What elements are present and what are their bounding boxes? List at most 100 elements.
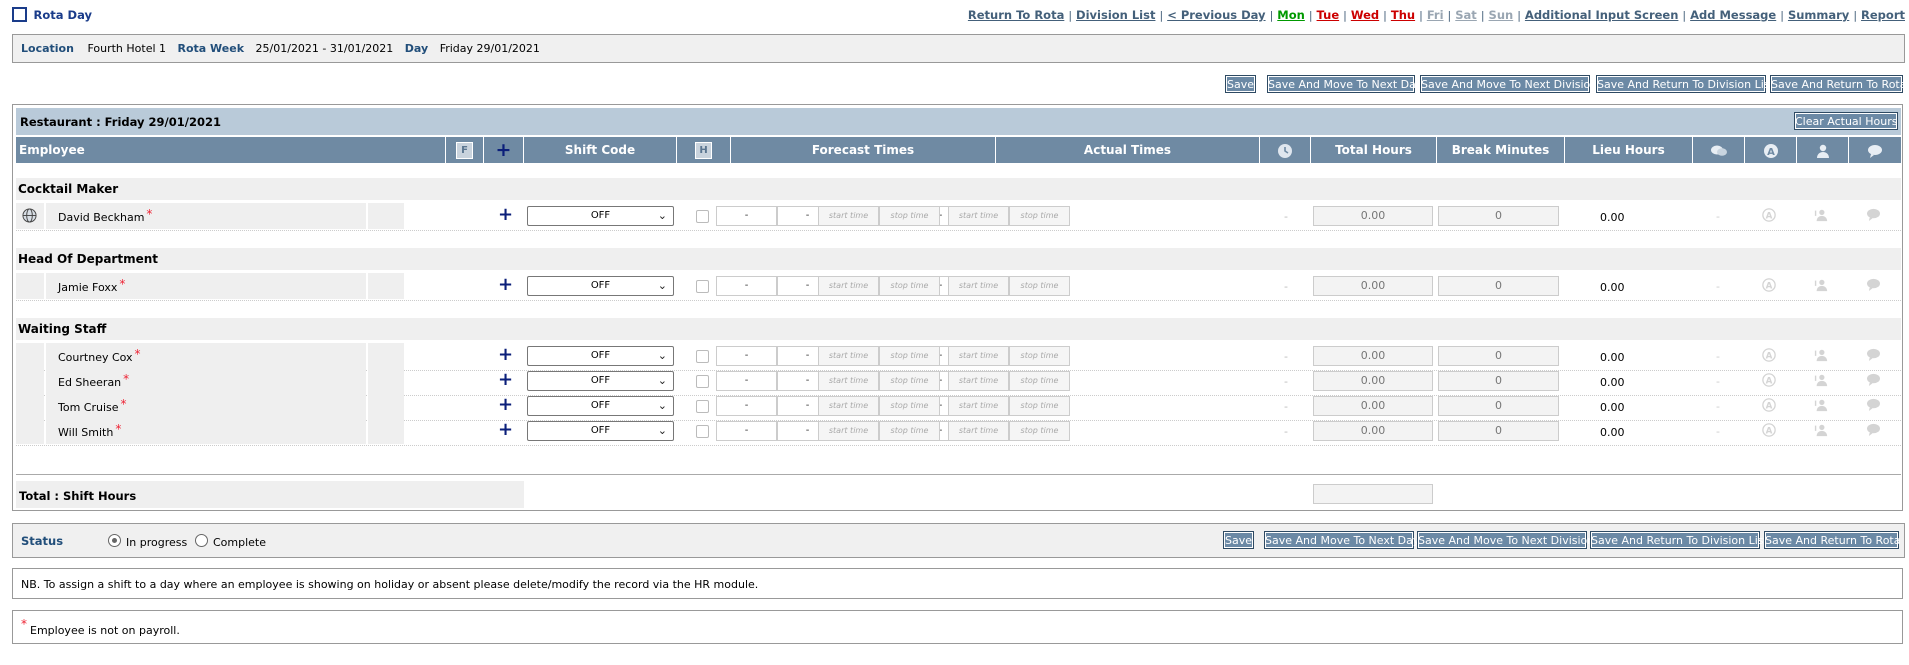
- add-shift-plus-icon[interactable]: +: [498, 276, 513, 294]
- actual-stop-time-input[interactable]: stop time: [879, 346, 940, 366]
- nav-link-summary[interactable]: Summary: [1788, 8, 1849, 22]
- actual-start-time-input[interactable]: start time: [818, 421, 879, 441]
- break-minutes-field[interactable]: 0: [1438, 421, 1559, 441]
- forecast-time-input[interactable]: -: [716, 396, 777, 416]
- holiday-checkbox[interactable]: [696, 210, 709, 223]
- actual-start-time-input[interactable]: start time: [948, 206, 1009, 226]
- nav-link-additional-input-screen[interactable]: Additional Input Screen: [1525, 8, 1678, 22]
- actual-stop-time-input[interactable]: stop time: [1009, 396, 1070, 416]
- holiday-checkbox[interactable]: [696, 425, 709, 438]
- add-shift-plus-icon[interactable]: +: [498, 206, 513, 224]
- break-minutes-field[interactable]: 0: [1438, 396, 1559, 416]
- break-minutes-field[interactable]: 0: [1438, 276, 1559, 296]
- a-circle-icon[interactable]: A: [1762, 398, 1776, 416]
- total-hours-field[interactable]: 0.00: [1313, 371, 1433, 391]
- actual-start-time-input[interactable]: start time: [818, 371, 879, 391]
- nav-link-add-message[interactable]: Add Message: [1690, 8, 1776, 22]
- a-circle-icon[interactable]: A: [1762, 423, 1776, 441]
- nav-link-sat[interactable]: Sat: [1455, 8, 1477, 22]
- total-hours-field[interactable]: 0.00: [1313, 421, 1433, 441]
- actual-start-time-input[interactable]: start time: [948, 396, 1009, 416]
- actual-stop-time-input[interactable]: stop time: [1009, 346, 1070, 366]
- add-shift-plus-icon[interactable]: +: [498, 421, 513, 439]
- forecast-time-input[interactable]: -: [716, 371, 777, 391]
- status-save-next-day-button[interactable]: Save And Move To Next Day: [1264, 531, 1419, 549]
- actual-stop-time-input[interactable]: stop time: [1009, 371, 1070, 391]
- holiday-checkbox[interactable]: [696, 375, 709, 388]
- status-save-button[interactable]: Save: [1223, 531, 1254, 549]
- save-return-rota-button[interactable]: Save And Return To Rota: [1770, 75, 1906, 93]
- status-save-return-rota-button[interactable]: Save And Return To Rota: [1764, 531, 1900, 549]
- nav-link-tue[interactable]: Tue: [1317, 8, 1340, 22]
- actual-stop-time-input[interactable]: stop time: [1009, 421, 1070, 441]
- actual-start-time-input[interactable]: start time: [948, 276, 1009, 296]
- user-plus-icon[interactable]: [1814, 208, 1828, 226]
- add-shift-plus-icon[interactable]: +: [498, 346, 513, 364]
- add-shift-plus-icon[interactable]: +: [498, 371, 513, 389]
- status-in-progress-radio[interactable]: [108, 534, 121, 547]
- status-complete-radio[interactable]: [195, 534, 208, 547]
- actual-stop-time-input[interactable]: stop time: [1009, 276, 1070, 296]
- nav-link-sun[interactable]: Sun: [1489, 8, 1514, 22]
- comment-icon[interactable]: [1866, 278, 1881, 295]
- holiday-checkbox[interactable]: [696, 280, 709, 293]
- actual-start-time-input[interactable]: start time: [948, 421, 1009, 441]
- actual-stop-time-input[interactable]: stop time: [879, 371, 940, 391]
- nav-link-division-list[interactable]: Division List: [1076, 8, 1155, 22]
- comment-icon[interactable]: [1866, 373, 1881, 390]
- actual-stop-time-input[interactable]: stop time: [879, 421, 940, 441]
- a-circle-icon[interactable]: A: [1762, 373, 1776, 391]
- total-hours-field[interactable]: 0.00: [1313, 396, 1433, 416]
- user-plus-icon[interactable]: [1814, 423, 1828, 441]
- nav-link-thu[interactable]: Thu: [1391, 8, 1415, 22]
- shift-code-select[interactable]: OFF ⌄: [527, 421, 674, 441]
- clear-actual-hours-button[interactable]: Clear Actual Hours: [1794, 112, 1898, 130]
- forecast-time-input[interactable]: -: [716, 276, 777, 296]
- holiday-checkbox[interactable]: [696, 350, 709, 363]
- save-next-day-button[interactable]: Save And Move To Next Day: [1267, 75, 1422, 93]
- user-plus-icon[interactable]: [1814, 373, 1828, 391]
- shift-code-select[interactable]: OFF ⌄: [527, 371, 674, 391]
- actual-start-time-input[interactable]: start time: [948, 371, 1009, 391]
- total-hours-field[interactable]: 0.00: [1313, 276, 1433, 296]
- forecast-time-input[interactable]: -: [716, 421, 777, 441]
- user-plus-icon[interactable]: [1814, 278, 1828, 296]
- break-minutes-field[interactable]: 0: [1438, 371, 1559, 391]
- nav-link-return-to-rota[interactable]: Return To Rota: [968, 8, 1064, 22]
- actual-start-time-input[interactable]: start time: [948, 346, 1009, 366]
- comment-icon[interactable]: [1866, 348, 1881, 365]
- save-button[interactable]: Save: [1225, 75, 1256, 93]
- holiday-checkbox[interactable]: [696, 400, 709, 413]
- add-shift-plus-icon[interactable]: +: [498, 396, 513, 414]
- total-hours-field[interactable]: 0.00: [1313, 206, 1433, 226]
- actual-start-time-input[interactable]: start time: [818, 276, 879, 296]
- status-save-return-division-button[interactable]: Save And Return To Division List: [1590, 531, 1768, 549]
- shift-code-select[interactable]: OFF ⌄: [527, 206, 674, 226]
- break-minutes-field[interactable]: 0: [1438, 346, 1559, 366]
- status-save-next-division-button[interactable]: Save And Move To Next Division: [1417, 531, 1594, 549]
- a-circle-icon[interactable]: A: [1762, 208, 1776, 226]
- nav-link-mon[interactable]: Mon: [1277, 8, 1305, 22]
- comment-icon[interactable]: [1866, 423, 1881, 440]
- shift-code-select[interactable]: OFF ⌄: [527, 346, 674, 366]
- a-circle-icon[interactable]: A: [1762, 278, 1776, 296]
- nav-link-report[interactable]: Report: [1861, 8, 1905, 22]
- break-minutes-field[interactable]: 0: [1438, 206, 1559, 226]
- comment-icon[interactable]: [1866, 208, 1881, 225]
- a-circle-icon[interactable]: A: [1762, 348, 1776, 366]
- actual-start-time-input[interactable]: start time: [818, 346, 879, 366]
- actual-stop-time-input[interactable]: stop time: [879, 276, 940, 296]
- nav-link-fri[interactable]: Fri: [1427, 8, 1444, 22]
- actual-start-time-input[interactable]: start time: [818, 396, 879, 416]
- forecast-time-input[interactable]: -: [716, 206, 777, 226]
- actual-stop-time-input[interactable]: stop time: [879, 396, 940, 416]
- save-return-division-button[interactable]: Save And Return To Division List: [1596, 75, 1774, 93]
- comment-icon[interactable]: [1866, 398, 1881, 415]
- actual-stop-time-input[interactable]: stop time: [879, 206, 940, 226]
- actual-stop-time-input[interactable]: stop time: [1009, 206, 1070, 226]
- nav-link-previous-day[interactable]: < Previous Day: [1167, 8, 1265, 22]
- shift-code-select[interactable]: OFF ⌄: [527, 276, 674, 296]
- shift-code-select[interactable]: OFF ⌄: [527, 396, 674, 416]
- forecast-time-input[interactable]: -: [716, 346, 777, 366]
- actual-start-time-input[interactable]: start time: [818, 206, 879, 226]
